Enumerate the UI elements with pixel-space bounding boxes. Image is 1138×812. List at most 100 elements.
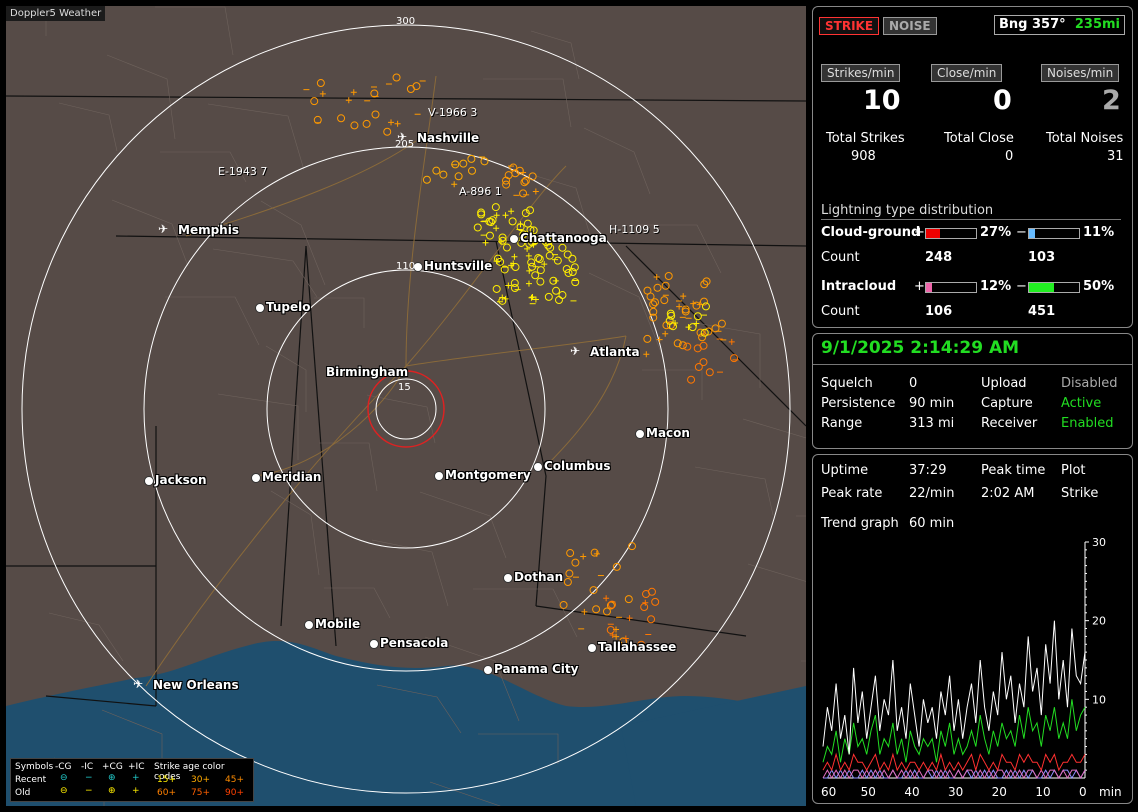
city-dot xyxy=(369,639,379,649)
upload-value: Disabled xyxy=(1061,376,1118,391)
county-line-13 xyxy=(694,466,774,516)
noises-min-button[interactable]: Noises/min xyxy=(1041,64,1120,82)
city-label-chattanooga: Chattanooga xyxy=(520,231,607,245)
strike-marker xyxy=(640,603,649,612)
strike-marker xyxy=(571,278,580,287)
peak-rate-label: Peak rate xyxy=(821,486,883,501)
storm-label-v: V-1966 3 xyxy=(428,106,478,119)
squelch-value: 0 xyxy=(909,376,918,391)
upload-label: Upload xyxy=(981,376,1027,391)
strike-marker xyxy=(491,203,500,212)
city-dot xyxy=(251,473,261,483)
strike-marker xyxy=(647,615,656,624)
strike-marker xyxy=(693,320,700,327)
county-line-14 xyxy=(747,563,806,582)
persistence-label: Persistence xyxy=(821,396,896,411)
ic-negative-pct: 50% xyxy=(1083,279,1115,294)
city-label-atlanta: Atlanta xyxy=(590,345,640,359)
strike-marker xyxy=(485,231,494,240)
lightning-map[interactable]: Doppler5 Weather ✈ Nashville ✈ Memphis Chatt… xyxy=(6,6,806,806)
county-line-5 xyxy=(270,490,320,576)
county-line-22 xyxy=(371,539,449,607)
county-line-35 xyxy=(260,200,326,286)
strike-marker xyxy=(717,319,726,328)
city-dot xyxy=(635,429,645,439)
strike-marker xyxy=(699,341,708,350)
county-line-2 xyxy=(111,199,189,267)
x-tick-label: 60 xyxy=(821,785,836,799)
cg-positive-count: 248 xyxy=(925,250,953,265)
noise-button[interactable]: NOISE xyxy=(883,17,937,35)
strike-marker xyxy=(519,189,528,198)
strike-marker xyxy=(528,172,537,181)
strike-marker xyxy=(502,243,511,252)
strike-marker xyxy=(566,549,575,558)
state-border-0 xyxy=(6,95,806,102)
strike-marker xyxy=(553,256,562,265)
strike-marker xyxy=(685,324,692,331)
strike-marker xyxy=(568,254,577,263)
strike-marker xyxy=(523,219,532,228)
strike-marker xyxy=(602,607,611,616)
strike-marker xyxy=(624,595,633,604)
cg-positive-bar xyxy=(925,228,977,239)
trend-panel: Uptime 37:29 Peak time Plot Peak rate 22… xyxy=(812,454,1133,804)
total-noises-value: 31 xyxy=(1107,149,1124,164)
city-dot xyxy=(483,665,493,675)
county-line-36 xyxy=(314,297,365,328)
ic-negative-count: 451 xyxy=(1028,304,1056,319)
county-line-33 xyxy=(155,6,234,56)
total-strikes-label: Total Strikes xyxy=(826,131,905,146)
trend-series-line xyxy=(823,769,1086,780)
strike-marker xyxy=(581,608,588,615)
trend-graph-value: 60 min xyxy=(909,516,955,531)
highway-3 xyxy=(185,140,417,237)
persistence-value: 90 min xyxy=(909,396,955,411)
bearing-box: Bng 357° 235mi xyxy=(994,15,1125,35)
strike-marker xyxy=(545,251,554,260)
strike-marker xyxy=(526,267,533,274)
county-line-4 xyxy=(217,393,299,460)
strike-marker xyxy=(422,175,431,184)
intracloud-label: Intracloud xyxy=(821,279,897,294)
strike-marker xyxy=(552,286,561,295)
ic-positive-bar xyxy=(925,282,977,293)
x-tick-label: 40 xyxy=(904,785,919,799)
strike-button[interactable]: STRIKE xyxy=(819,17,880,35)
strike-marker xyxy=(510,284,519,293)
strike-marker xyxy=(676,303,683,310)
peak-rate-value: 22/min xyxy=(909,486,955,501)
strike-marker xyxy=(546,243,555,252)
total-noises-label: Total Noises xyxy=(1046,131,1124,146)
strike-marker xyxy=(468,166,477,175)
strike-marker xyxy=(699,358,708,367)
strike-marker xyxy=(656,336,663,343)
strike-marker xyxy=(544,292,553,301)
uptime-label: Uptime xyxy=(821,463,869,478)
ring-label-15: 15 xyxy=(398,382,411,393)
strike-marker xyxy=(563,250,572,259)
city-dot xyxy=(304,620,314,630)
strike-marker xyxy=(371,110,380,119)
receiver-label: Receiver xyxy=(981,416,1038,431)
strike-marker xyxy=(504,171,513,180)
county-line-26 xyxy=(583,127,651,195)
state-border-6 xyxy=(625,245,806,427)
total-strikes-value: 908 xyxy=(851,149,876,164)
uptime-value: 37:29 xyxy=(909,463,947,478)
close-min-button[interactable]: Close/min xyxy=(931,64,1003,82)
city-label-pensacola: Pensacola xyxy=(380,636,449,650)
strike-marker xyxy=(554,296,563,305)
strike-marker xyxy=(580,553,587,560)
city-label-panama-city: Panama City xyxy=(494,662,579,676)
strike-marker xyxy=(362,119,371,128)
county-line-3 xyxy=(165,296,260,346)
strike-marker xyxy=(531,271,540,280)
city-label-montgomery: Montgomery xyxy=(445,468,531,482)
x-unit-label: min xyxy=(1099,785,1122,799)
trend-graph-label: Trend graph xyxy=(821,516,899,531)
x-tick-label: 0 xyxy=(1079,785,1087,799)
x-tick-label: 20 xyxy=(992,785,1007,799)
strikes-min-button[interactable]: Strikes/min xyxy=(821,64,901,82)
cg-negative-pct: 11% xyxy=(1083,225,1115,240)
